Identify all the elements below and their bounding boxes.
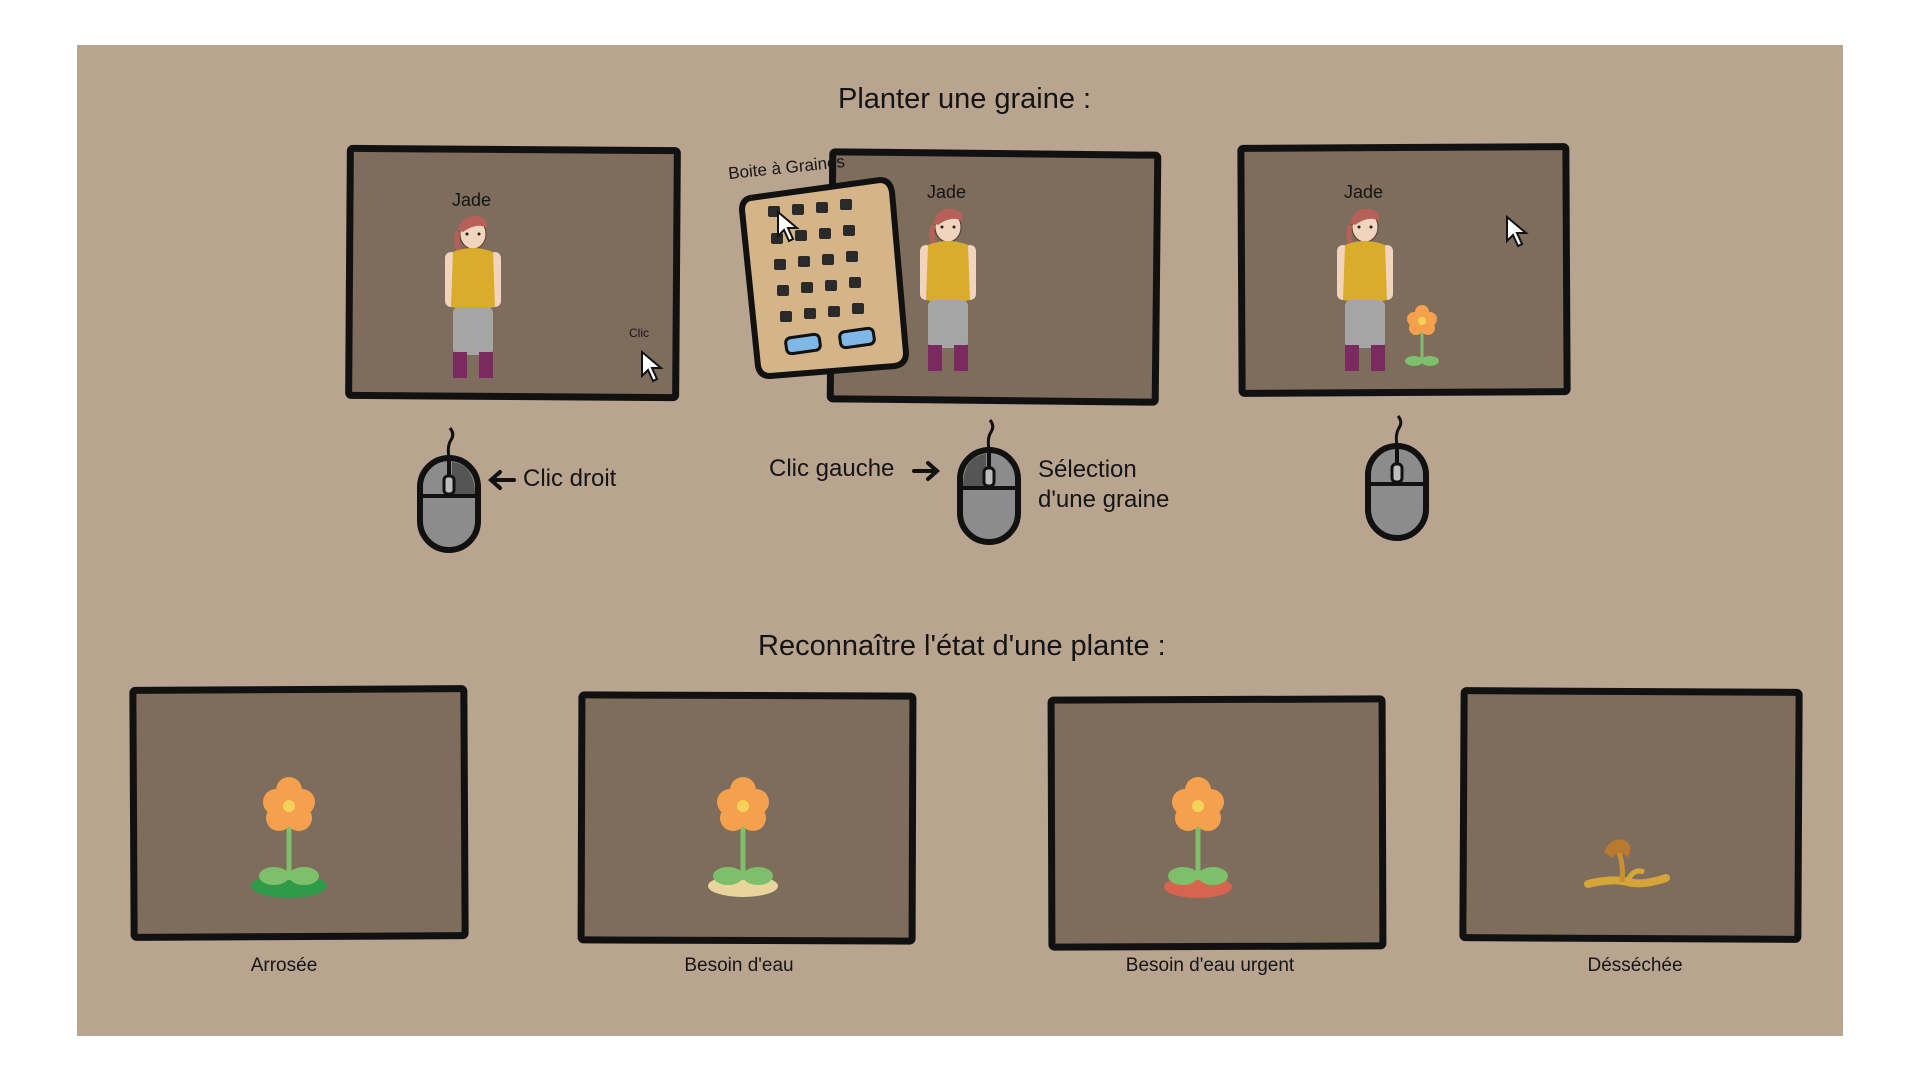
arrow-right-icon [912,461,941,481]
flower-needs-water [708,777,778,897]
planting-panel-1 [345,144,681,402]
selection-label-line1: Sélection [1038,456,1137,483]
cursor-icon [1506,214,1529,248]
flower-urgent [1164,777,1232,898]
click-hint: Clic [629,326,649,340]
seed-box[interactable] [738,176,910,380]
arrow-left-icon [487,470,516,490]
character-jade [920,208,976,371]
flower-watered [251,777,327,898]
character-name: Jade [452,190,492,210]
left-click-label: Clic gauche [769,455,895,482]
right-click-label: Clic droit [523,465,617,492]
character-name: Jade [1344,182,1384,202]
planting-title: Planter une graine : [838,83,1092,115]
character-name: Jade [927,182,967,202]
cursor-icon [641,349,664,383]
plant-states-title: Reconnaître l'état d'une plante : [758,630,1166,662]
mouse-right-click-icon [417,427,481,553]
state-label-urgent: Besoin d'eau urgent [1125,955,1295,976]
state-label-watered: Arrosée [250,955,318,976]
selection-label-line2: d'une graine [1038,486,1170,513]
character-jade [1337,208,1393,371]
mouse-icon [1365,415,1429,541]
cursor-icon [777,209,800,243]
state-label-dried: Désséchée [1587,955,1683,976]
planted-flower [1405,305,1439,366]
state-label-needs-water: Besoin d'eau [684,955,794,976]
flower-dried [1584,839,1670,888]
mouse-left-click-icon [957,419,1021,545]
state-panel-dried [1459,687,1803,943]
character-jade [445,215,501,378]
